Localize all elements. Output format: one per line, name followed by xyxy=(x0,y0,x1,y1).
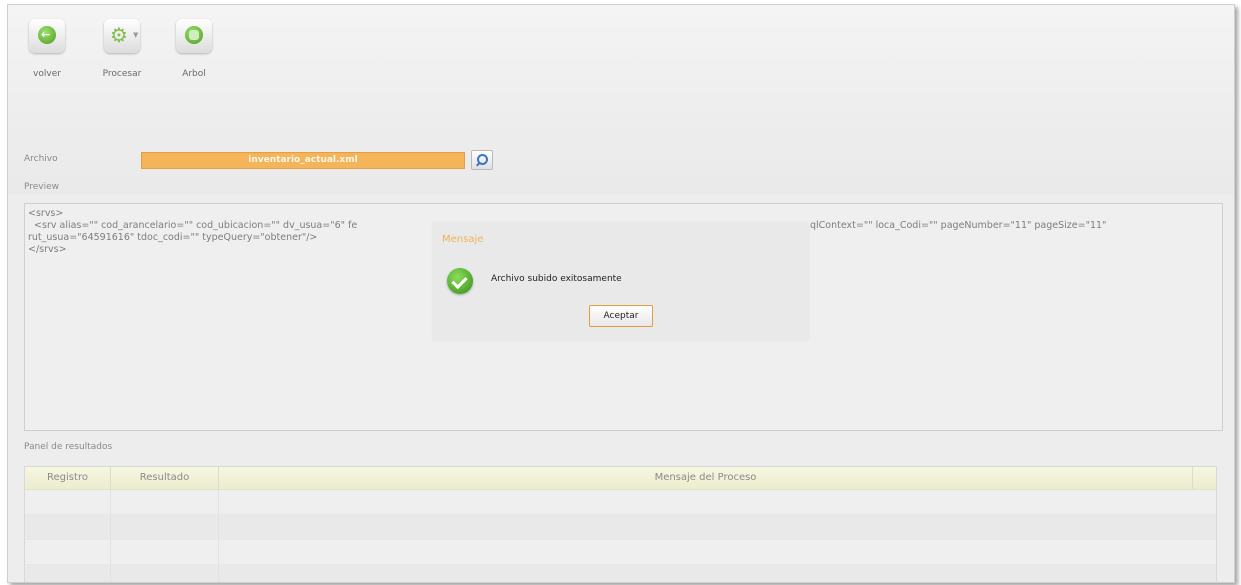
file-label: Archivo xyxy=(24,154,58,164)
process-label: Procesar xyxy=(102,69,142,79)
back-label: volver xyxy=(33,69,61,79)
preview-line: <srvs> xyxy=(28,208,64,219)
preview-label: Preview xyxy=(24,182,60,192)
dialog-title: Mensaje xyxy=(442,234,484,245)
message-dialog: Mensaje Archivo subido exitosamente Acep… xyxy=(433,223,808,340)
chevron-down-icon: ▼ xyxy=(133,31,139,39)
app-window: ← volver ⚙ ▼ Procesar Arbol Archivo inve… xyxy=(7,4,1235,583)
process-icon-box: ⚙ ▼ xyxy=(104,19,140,53)
table-row[interactable] xyxy=(25,540,1216,565)
back-button[interactable]: ← volver xyxy=(17,19,77,79)
tree-label: Arbol xyxy=(182,69,206,79)
dialog-message: Archivo subido exitosamente xyxy=(491,274,622,284)
table-row[interactable] xyxy=(25,490,1216,515)
results-table: Registro Resultado Mensaje del Proceso xyxy=(24,466,1217,582)
tree-icon xyxy=(185,26,203,44)
success-check-icon xyxy=(447,268,473,294)
back-arrow-icon: ← xyxy=(38,26,56,44)
column-header-mensaje[interactable]: Mensaje del Proceso xyxy=(219,467,1193,489)
tree-icon-box xyxy=(176,19,212,53)
file-field[interactable]: inventario_actual.xml xyxy=(141,152,465,169)
accept-button[interactable]: Aceptar xyxy=(589,305,653,327)
column-header-spacer xyxy=(1193,467,1216,489)
process-button[interactable]: ⚙ ▼ Procesar xyxy=(92,19,152,79)
table-row[interactable] xyxy=(25,515,1216,540)
preview-line-tail: qlContext="" loca_Codi="" pageNumber="11… xyxy=(810,220,1107,231)
results-panel-label: Panel de resultados xyxy=(24,442,113,452)
gear-icon: ⚙ xyxy=(110,23,128,47)
column-header-registro[interactable]: Registro xyxy=(25,467,111,489)
search-button[interactable] xyxy=(471,150,493,170)
table-row[interactable] xyxy=(25,565,1216,582)
column-header-resultado[interactable]: Resultado xyxy=(111,467,219,489)
tree-button[interactable]: Arbol xyxy=(164,19,224,79)
back-icon-box: ← xyxy=(29,19,65,53)
table-header: Registro Resultado Mensaje del Proceso xyxy=(25,467,1216,490)
